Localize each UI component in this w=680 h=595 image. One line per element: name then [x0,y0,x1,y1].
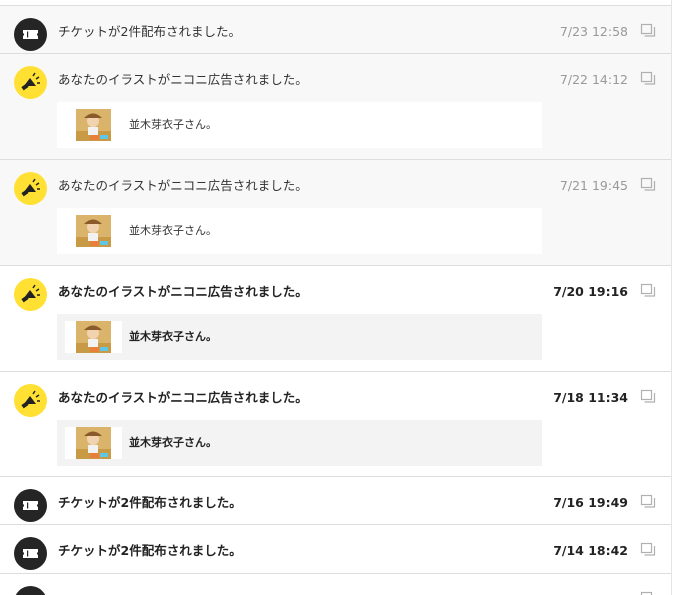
illustration-thumbnail [65,427,122,459]
notification-message: チケットが2件配布されました。 [58,543,242,558]
megaphone-icon [21,284,40,303]
copy-icon[interactable] [640,71,656,87]
notification-list: チケットが2件配布されました。 7/23 12:58 あなたのイラストがニコニ広… [0,0,672,595]
notification-time: 7/14 18:42 [553,543,628,558]
notification-time: 7/20 19:16 [553,284,628,299]
illustration-card[interactable]: 並木芽衣子さん。 [57,102,542,148]
notification-item[interactable]: チケットが2件配布されました。 7/23 12:58 [0,6,671,54]
megaphone-icon [21,72,40,91]
notification-item[interactable]: チケットが2件配布されました。 7/14 18:42 [0,525,671,574]
notification-item[interactable]: あなたのイラストがニコニ広告されました。 7/21 19:45 並木芽衣子さん。 [0,160,671,266]
megaphone-icon [21,178,40,197]
copy-icon[interactable] [640,177,656,193]
notification-item[interactable]: チケットが2件配布されました。 7/16 19:49 [0,477,671,525]
copy-icon[interactable] [640,591,656,595]
notification-item[interactable] [0,574,671,595]
notification-time: 7/16 19:49 [553,495,628,510]
ticket-avatar [14,489,47,522]
notification-message: あなたのイラストがニコニ広告されました。 [58,284,308,299]
copy-icon[interactable] [640,283,656,299]
megaphone-icon [21,390,40,409]
illustration-title: 並木芽衣子さん。 [129,118,217,131]
notification-time: 7/23 12:58 [559,24,628,39]
ticket-avatar [14,586,47,595]
notification-time: 7/18 11:34 [553,390,628,405]
illustration-thumbnail [65,321,122,353]
notification-message: あなたのイラストがニコニ広告されました。 [58,390,308,405]
ticket-icon [23,30,38,39]
illustration-card[interactable]: 並木芽衣子さん。 [57,314,542,360]
copy-icon[interactable] [640,494,656,510]
copy-icon[interactable] [640,389,656,405]
notification-message: チケットが2件配布されました。 [58,24,241,39]
notification-message: チケットが2件配布されました。 [58,495,242,510]
illustration-title: 並木芽衣子さん。 [129,330,217,343]
notification-message: あなたのイラストがニコニ広告されました。 [58,72,308,87]
ticket-avatar [14,537,47,570]
illustration-card[interactable]: 並木芽衣子さん。 [57,208,542,254]
illustration-thumbnail [65,215,122,247]
ad-avatar [14,384,47,417]
notification-time: 7/21 19:45 [559,178,628,193]
copy-icon[interactable] [640,23,656,39]
notification-time: 7/22 14:12 [559,72,628,87]
illustration-title: 並木芽衣子さん。 [129,436,217,449]
illustration-title: 並木芽衣子さん。 [129,224,217,237]
ticket-icon [14,586,47,595]
illustration-card[interactable]: 並木芽衣子さん。 [57,420,542,466]
ad-avatar [14,278,47,311]
notification-item[interactable]: あなたのイラストがニコニ広告されました。 7/22 14:12 並木芽衣子さん。 [0,54,671,160]
ad-avatar [14,66,47,99]
copy-icon[interactable] [640,542,656,558]
ticket-avatar [14,18,47,51]
illustration-thumbnail [65,109,122,141]
ad-avatar [14,172,47,205]
ticket-icon [23,549,38,558]
notification-item[interactable]: あなたのイラストがニコニ広告されました。 7/18 11:34 並木芽衣子さん。 [0,372,671,477]
notification-message: あなたのイラストがニコニ広告されました。 [58,178,308,193]
ticket-icon [23,501,38,510]
notification-item[interactable]: あなたのイラストがニコニ広告されました。 7/20 19:16 並木芽衣子さん。 [0,266,671,372]
